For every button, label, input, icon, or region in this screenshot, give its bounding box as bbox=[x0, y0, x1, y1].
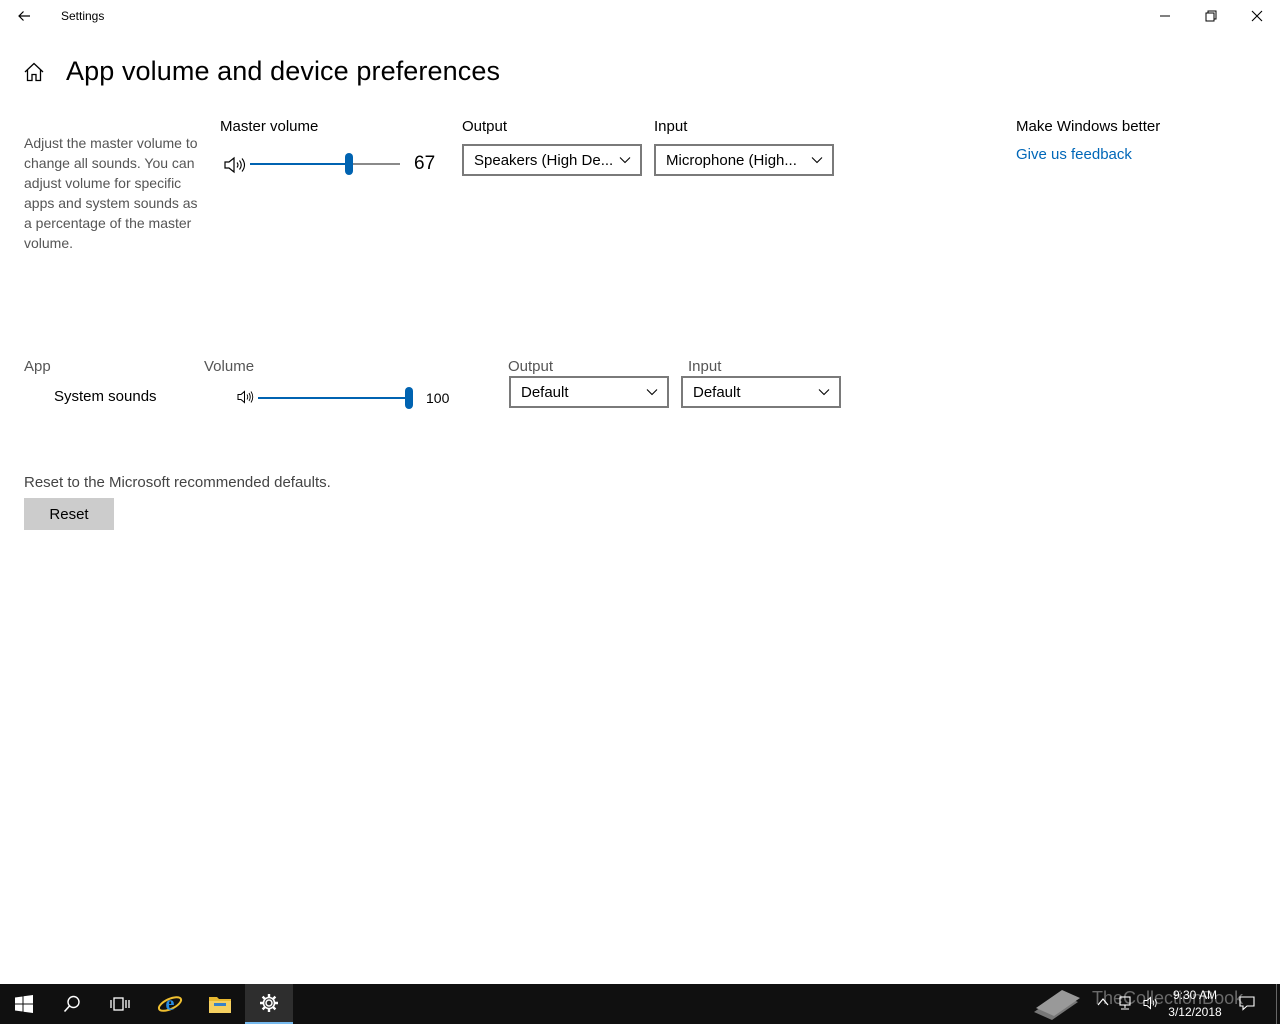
input-device-value: Microphone (High... bbox=[666, 151, 797, 169]
window-title: Settings bbox=[61, 9, 105, 23]
action-center-icon[interactable] bbox=[1238, 994, 1256, 1012]
master-volume-value: 67 bbox=[414, 153, 436, 174]
chevron-down-icon bbox=[619, 157, 631, 164]
slider-thumb[interactable] bbox=[405, 387, 413, 409]
task-view-icon[interactable] bbox=[96, 984, 144, 1024]
search-icon[interactable] bbox=[48, 984, 96, 1024]
give-feedback-link[interactable]: Give us feedback bbox=[1016, 146, 1132, 163]
speaker-icon[interactable] bbox=[222, 153, 248, 177]
minimize-button[interactable] bbox=[1142, 0, 1188, 32]
master-volume-label: Master volume bbox=[220, 118, 319, 135]
settings-gear-icon[interactable] bbox=[245, 984, 293, 1024]
app-volume-value: 100 bbox=[426, 390, 450, 406]
master-volume-slider[interactable] bbox=[250, 152, 400, 176]
back-arrow-icon[interactable] bbox=[8, 2, 40, 30]
column-header-volume: Volume bbox=[204, 358, 255, 375]
slider-thumb[interactable] bbox=[345, 153, 353, 175]
input-device-dropdown[interactable]: Microphone (High... bbox=[654, 144, 834, 176]
clock-time[interactable]: 9:30 AM bbox=[1165, 988, 1225, 1002]
chevron-down-icon bbox=[811, 157, 823, 164]
make-windows-better-heading: Make Windows better bbox=[1016, 118, 1161, 135]
page-title: App volume and device preferences bbox=[66, 56, 501, 86]
speaker-icon[interactable] bbox=[236, 388, 256, 406]
clock-date[interactable]: 3/12/2018 bbox=[1165, 1005, 1225, 1019]
internet-explorer-icon[interactable]: e bbox=[146, 984, 194, 1024]
column-header-input: Input bbox=[688, 358, 722, 375]
app-output-dropdown[interactable]: Default bbox=[509, 376, 669, 408]
title-bar: Settings bbox=[0, 0, 1280, 32]
restore-button[interactable] bbox=[1188, 0, 1234, 32]
show-desktop-button[interactable] bbox=[1276, 984, 1277, 1024]
app-volume-slider[interactable] bbox=[258, 386, 413, 410]
reset-description: Reset to the Microsoft recommended defau… bbox=[24, 474, 331, 491]
volume-tray-icon[interactable] bbox=[1142, 994, 1162, 1012]
chevron-down-icon bbox=[818, 389, 830, 396]
column-header-app: App bbox=[24, 358, 51, 375]
windows-start-icon[interactable] bbox=[0, 984, 48, 1024]
network-icon[interactable] bbox=[1118, 994, 1136, 1012]
chevron-down-icon bbox=[646, 389, 658, 396]
input-label: Input bbox=[654, 118, 688, 135]
app-row: System sounds 100 Default Default bbox=[0, 376, 860, 416]
app-input-value: Default bbox=[693, 383, 741, 401]
home-icon[interactable] bbox=[22, 60, 46, 84]
slider-fill bbox=[250, 163, 349, 165]
slider-fill bbox=[258, 397, 409, 399]
app-input-dropdown[interactable]: Default bbox=[681, 376, 841, 408]
output-device-value: Speakers (High De... bbox=[474, 151, 614, 169]
app-output-value: Default bbox=[521, 383, 569, 401]
output-label: Output bbox=[462, 118, 508, 135]
column-header-output: Output bbox=[508, 358, 554, 375]
app-name: System sounds bbox=[54, 388, 157, 405]
page-description: Adjust the master volume to change all s… bbox=[24, 135, 198, 251]
chevron-up-icon[interactable] bbox=[1095, 994, 1111, 1010]
reset-button[interactable]: Reset bbox=[24, 498, 114, 530]
close-button[interactable] bbox=[1234, 0, 1280, 32]
file-explorer-icon[interactable] bbox=[196, 984, 244, 1024]
book-logo-icon bbox=[1030, 984, 1090, 1024]
output-device-dropdown[interactable]: Speakers (High De... bbox=[462, 144, 642, 176]
svg-text:e: e bbox=[166, 993, 175, 1015]
